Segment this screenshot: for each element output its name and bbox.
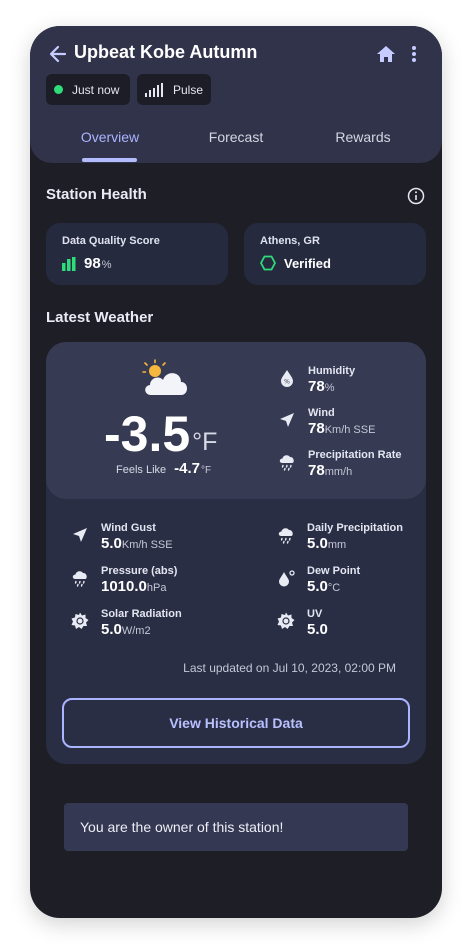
solar-radiation-metric: Solar Radiation 5.0W/m2 [71,607,182,640]
more-menu-icon[interactable] [407,44,421,64]
live-status-dot [54,85,63,94]
wind-metric: Wind 78Km/h SSE [278,406,375,439]
active-tab-indicator [82,158,137,162]
wind-label: Wind [308,407,335,419]
tab-overview[interactable]: Overview [75,129,145,145]
verification-row: Verified [260,255,331,271]
station-title: Upbeat Kobe Autumn [74,42,258,62]
last-seen-chip: Just now [46,74,130,105]
tab-forecast[interactable]: Forecast [200,129,272,145]
partly-cloudy-icon [142,359,187,395]
feels-like-label: Feels Like [116,464,167,476]
pressure-cloud-icon [72,571,87,587]
owner-notice: You are the owner of this station! [64,803,408,851]
verification-status: Verified [284,255,331,271]
precipitation-rate-unit: mm/h [324,466,353,478]
uv-value: 5.0 [307,621,328,638]
location-card: Athens, GR Verified [244,223,426,285]
feels-like-row: Feels Like -4.7 °F [116,460,211,477]
rain-cloud-icon [278,528,293,544]
sun-gear-icon [71,612,89,629]
solar-radiation-label: Solar Radiation [101,608,182,620]
wind-unit: Km/h SSE [324,424,376,436]
temperature-value: -3.5 [104,406,191,462]
data-quality-unit: % [101,259,112,271]
pressure-label: Pressure (abs) [101,565,178,577]
hexagon-verified-icon [260,255,276,271]
signal-strength-icon [145,82,163,97]
dew-point-label: Dew Point [307,565,361,577]
humidity-label: Humidity [308,365,356,377]
pressure-unit: hPa [146,582,167,594]
view-historical-data-button[interactable]: View Historical Data [62,698,410,748]
data-quality-card: Data Quality Score 98 % [46,223,228,285]
info-icon[interactable] [407,187,425,205]
signal-chip: Pulse [137,74,211,105]
daily-precipitation-value: 5.0 [307,535,328,552]
dew-point-value: 5.0 [307,578,328,595]
rain-cloud-icon [279,455,294,471]
location-label: Athens, GR [260,235,320,247]
precipitation-rate-label: Precipitation Rate [308,449,402,461]
daily-precipitation-metric: Daily Precipitation 5.0mm [277,521,403,554]
humidity-metric: % Humidity 78% [278,364,355,397]
tab-rewards[interactable]: Rewards [330,129,396,145]
humidity-unit: % [324,382,335,394]
pressure-metric: Pressure (abs) 1010.0hPa [71,564,177,597]
wind-gust-value: 5.0 [101,535,122,552]
daily-precipitation-unit: mm [327,539,347,551]
wind-value: 78 [308,420,325,437]
station-health-title: Station Health [46,186,147,203]
data-quality-label: Data Quality Score [62,235,160,247]
feels-like-unit: °F [201,465,212,476]
pressure-value: 1010.0 [101,578,147,595]
latest-weather-title: Latest Weather [46,309,154,326]
last-updated-text: Last updated on Jul 10, 2023, 02:00 PM [183,661,396,675]
uv-label: UV [307,608,323,620]
last-seen-label: Just now [72,82,120,97]
wind-arrow-icon [73,528,87,542]
humidity-icon: % [281,370,293,387]
precipitation-rate-metric: Precipitation Rate 78mm/h [278,448,402,481]
signal-label: Pulse [173,82,204,97]
dew-point-unit: °C [327,582,341,594]
solar-radiation-unit: W/m2 [121,625,151,637]
temperature-unit: °F [192,428,218,456]
uv-sun-icon [277,612,295,629]
dew-point-icon [279,570,295,587]
temperature-display: -3.5 °F [104,406,217,462]
weather-hero: -3.5 °F Feels Like -4.7 °F % Humidity 78… [46,342,426,499]
uv-metric: UV 5.0 [277,607,328,640]
dew-point-metric: Dew Point 5.0°C [277,564,360,597]
data-quality-value-row: 98 % [62,255,111,272]
data-quality-value: 98 [84,255,101,272]
phone-screen: Upbeat Kobe Autumn Just now Pulse Overvi… [30,26,442,918]
daily-precipitation-label: Daily Precipitation [307,522,403,534]
weather-card: -3.5 °F Feels Like -4.7 °F % Humidity 78… [46,342,426,764]
svg-text:%: % [284,379,290,386]
wind-arrow-icon [280,413,294,427]
wind-gust-label: Wind Gust [101,522,156,534]
wind-gust-metric: Wind Gust 5.0Km/h SSE [71,521,173,554]
wind-gust-unit: Km/h SSE [121,539,173,551]
app-header: Upbeat Kobe Autumn Just now Pulse Overvi… [30,26,442,163]
bar-chart-icon [62,256,76,271]
solar-radiation-value: 5.0 [101,621,122,638]
home-icon[interactable] [376,44,396,64]
humidity-value: 78 [308,378,325,395]
precipitation-rate-value: 78 [308,462,325,479]
feels-like-value: -4.7 [174,460,200,477]
back-arrow-icon[interactable] [48,44,68,64]
